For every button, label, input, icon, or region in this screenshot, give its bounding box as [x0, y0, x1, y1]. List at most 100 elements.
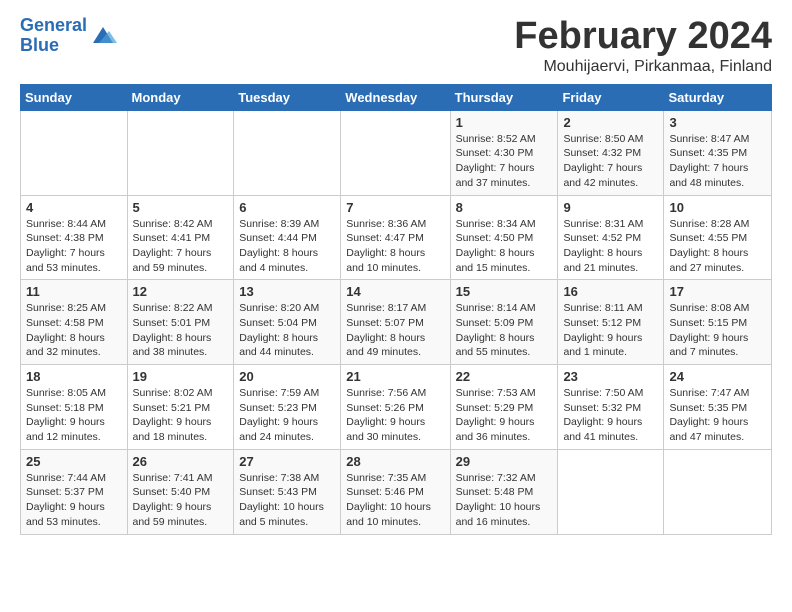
- day-cell: [234, 110, 341, 195]
- week-row-4: 18 Sunrise: 8:05 AMSunset: 5:18 PMDayligh…: [21, 365, 772, 450]
- week-row-1: 1 Sunrise: 8:52 AMSunset: 4:30 PMDaylight…: [21, 110, 772, 195]
- day-info: Sunrise: 8:22 AMSunset: 5:01 PMDaylight:…: [133, 301, 229, 360]
- day-cell: 13Sunrise: 8:20 AMSunset: 5:04 PMDayligh…: [234, 280, 341, 365]
- day-cell: 1 Sunrise: 8:52 AMSunset: 4:30 PMDaylight…: [450, 110, 558, 195]
- day-info: Sunrise: 7:47 AMSunset: 5:35 PMDaylight:…: [669, 386, 766, 445]
- day-number: 2: [563, 115, 658, 130]
- day-cell: 15 Sunrise: 8:14 AMSunset: 5:09 PMDayligh…: [450, 280, 558, 365]
- day-info: Sunrise: 8:02 AMSunset: 5:21 PMDaylight:…: [133, 386, 229, 445]
- header-friday: Friday: [558, 84, 664, 110]
- day-cell: [127, 110, 234, 195]
- day-info: Sunrise: 8:34 AMSunset: 4:50 PMDaylight:…: [456, 217, 553, 276]
- day-number: 1: [456, 115, 553, 130]
- day-number: 12: [133, 284, 229, 299]
- day-cell: 26 Sunrise: 7:41 AMSunset: 5:40 PMDayligh…: [127, 449, 234, 534]
- day-number: 6: [239, 200, 335, 215]
- day-info: Sunrise: 8:11 AMSunset: 5:12 PMDaylight:…: [563, 301, 658, 360]
- day-cell: 9 Sunrise: 8:31 AMSunset: 4:52 PMDaylight…: [558, 195, 664, 280]
- day-number: 20: [239, 369, 335, 384]
- day-number: 3: [669, 115, 766, 130]
- day-cell: 14 Sunrise: 8:17 AMSunset: 5:07 PMDayligh…: [341, 280, 450, 365]
- day-cell: 7 Sunrise: 8:36 AMSunset: 4:47 PMDaylight…: [341, 195, 450, 280]
- day-number: 28: [346, 454, 444, 469]
- day-info: Sunrise: 7:53 AMSunset: 5:29 PMDaylight:…: [456, 386, 553, 445]
- day-info: Sunrise: 8:17 AMSunset: 5:07 PMDaylight:…: [346, 301, 444, 360]
- logo: General Blue: [20, 16, 117, 56]
- day-info: Sunrise: 8:52 AMSunset: 4:30 PMDaylight:…: [456, 132, 553, 191]
- calendar-subtitle: Mouhijaervi, Pirkanmaa, Finland: [514, 58, 772, 76]
- calendar-table: SundayMondayTuesdayWednesdayThursdayFrid…: [20, 84, 772, 535]
- day-cell: 21 Sunrise: 7:56 AMSunset: 5:26 PMDayligh…: [341, 365, 450, 450]
- day-info: Sunrise: 7:41 AMSunset: 5:40 PMDaylight:…: [133, 471, 229, 530]
- day-number: 9: [563, 200, 658, 215]
- day-cell: 2 Sunrise: 8:50 AMSunset: 4:32 PMDaylight…: [558, 110, 664, 195]
- day-cell: 11 Sunrise: 8:25 AMSunset: 4:58 PMDayligh…: [21, 280, 128, 365]
- day-cell: 29Sunrise: 7:32 AMSunset: 5:48 PMDayligh…: [450, 449, 558, 534]
- day-number: 23: [563, 369, 658, 384]
- header-wednesday: Wednesday: [341, 84, 450, 110]
- day-cell: 3 Sunrise: 8:47 AMSunset: 4:35 PMDaylight…: [664, 110, 772, 195]
- week-row-3: 11 Sunrise: 8:25 AMSunset: 4:58 PMDayligh…: [21, 280, 772, 365]
- day-info: Sunrise: 8:14 AMSunset: 5:09 PMDaylight:…: [456, 301, 553, 360]
- day-number: 14: [346, 284, 444, 299]
- day-cell: [664, 449, 772, 534]
- day-info: Sunrise: 7:35 AMSunset: 5:46 PMDaylight:…: [346, 471, 444, 530]
- header-tuesday: Tuesday: [234, 84, 341, 110]
- day-number: 21: [346, 369, 444, 384]
- calendar-title: February 2024: [514, 16, 772, 58]
- header-thursday: Thursday: [450, 84, 558, 110]
- day-number: 19: [133, 369, 229, 384]
- day-number: 4: [26, 200, 122, 215]
- day-info: Sunrise: 8:31 AMSunset: 4:52 PMDaylight:…: [563, 217, 658, 276]
- day-number: 8: [456, 200, 553, 215]
- day-info: Sunrise: 7:59 AMSunset: 5:23 PMDaylight:…: [239, 386, 335, 445]
- calendar-header: SundayMondayTuesdayWednesdayThursdayFrid…: [21, 84, 772, 110]
- day-info: Sunrise: 7:50 AMSunset: 5:32 PMDaylight:…: [563, 386, 658, 445]
- day-cell: 4 Sunrise: 8:44 AMSunset: 4:38 PMDaylight…: [21, 195, 128, 280]
- day-cell: 22Sunrise: 7:53 AMSunset: 5:29 PMDayligh…: [450, 365, 558, 450]
- day-info: Sunrise: 7:56 AMSunset: 5:26 PMDaylight:…: [346, 386, 444, 445]
- header-row: SundayMondayTuesdayWednesdayThursdayFrid…: [21, 84, 772, 110]
- day-cell: 20 Sunrise: 7:59 AMSunset: 5:23 PMDayligh…: [234, 365, 341, 450]
- day-info: Sunrise: 8:28 AMSunset: 4:55 PMDaylight:…: [669, 217, 766, 276]
- day-number: 10: [669, 200, 766, 215]
- day-cell: 19 Sunrise: 8:02 AMSunset: 5:21 PMDayligh…: [127, 365, 234, 450]
- day-cell: 24Sunrise: 7:47 AMSunset: 5:35 PMDayligh…: [664, 365, 772, 450]
- title-area: February 2024 Mouhijaervi, Pirkanmaa, Fi…: [514, 16, 772, 76]
- day-number: 29: [456, 454, 553, 469]
- day-number: 25: [26, 454, 122, 469]
- day-number: 7: [346, 200, 444, 215]
- day-info: Sunrise: 8:05 AMSunset: 5:18 PMDaylight:…: [26, 386, 122, 445]
- day-cell: 6 Sunrise: 8:39 AMSunset: 4:44 PMDaylight…: [234, 195, 341, 280]
- header-sunday: Sunday: [21, 84, 128, 110]
- day-number: 27: [239, 454, 335, 469]
- day-info: Sunrise: 8:25 AMSunset: 4:58 PMDaylight:…: [26, 301, 122, 360]
- day-info: Sunrise: 8:44 AMSunset: 4:38 PMDaylight:…: [26, 217, 122, 276]
- day-number: 18: [26, 369, 122, 384]
- week-row-2: 4 Sunrise: 8:44 AMSunset: 4:38 PMDaylight…: [21, 195, 772, 280]
- day-cell: 17 Sunrise: 8:08 AMSunset: 5:15 PMDayligh…: [664, 280, 772, 365]
- day-info: Sunrise: 8:36 AMSunset: 4:47 PMDaylight:…: [346, 217, 444, 276]
- day-number: 15: [456, 284, 553, 299]
- day-info: Sunrise: 8:50 AMSunset: 4:32 PMDaylight:…: [563, 132, 658, 191]
- day-number: 26: [133, 454, 229, 469]
- logo-icon: [89, 25, 117, 47]
- day-number: 17: [669, 284, 766, 299]
- day-cell: 16 Sunrise: 8:11 AMSunset: 5:12 PMDayligh…: [558, 280, 664, 365]
- day-number: 16: [563, 284, 658, 299]
- day-number: 11: [26, 284, 122, 299]
- day-info: Sunrise: 8:20 AMSunset: 5:04 PMDaylight:…: [239, 301, 335, 360]
- calendar-body: 1 Sunrise: 8:52 AMSunset: 4:30 PMDaylight…: [21, 110, 772, 534]
- day-cell: [21, 110, 128, 195]
- day-info: Sunrise: 8:42 AMSunset: 4:41 PMDaylight:…: [133, 217, 229, 276]
- day-cell: 18 Sunrise: 8:05 AMSunset: 5:18 PMDayligh…: [21, 365, 128, 450]
- header-monday: Monday: [127, 84, 234, 110]
- day-cell: 23 Sunrise: 7:50 AMSunset: 5:32 PMDayligh…: [558, 365, 664, 450]
- day-cell: [341, 110, 450, 195]
- day-cell: 8 Sunrise: 8:34 AMSunset: 4:50 PMDaylight…: [450, 195, 558, 280]
- day-info: Sunrise: 8:39 AMSunset: 4:44 PMDaylight:…: [239, 217, 335, 276]
- day-info: Sunrise: 7:44 AMSunset: 5:37 PMDaylight:…: [26, 471, 122, 530]
- day-info: Sunrise: 8:47 AMSunset: 4:35 PMDaylight:…: [669, 132, 766, 191]
- day-info: Sunrise: 8:08 AMSunset: 5:15 PMDaylight:…: [669, 301, 766, 360]
- day-cell: 25 Sunrise: 7:44 AMSunset: 5:37 PMDayligh…: [21, 449, 128, 534]
